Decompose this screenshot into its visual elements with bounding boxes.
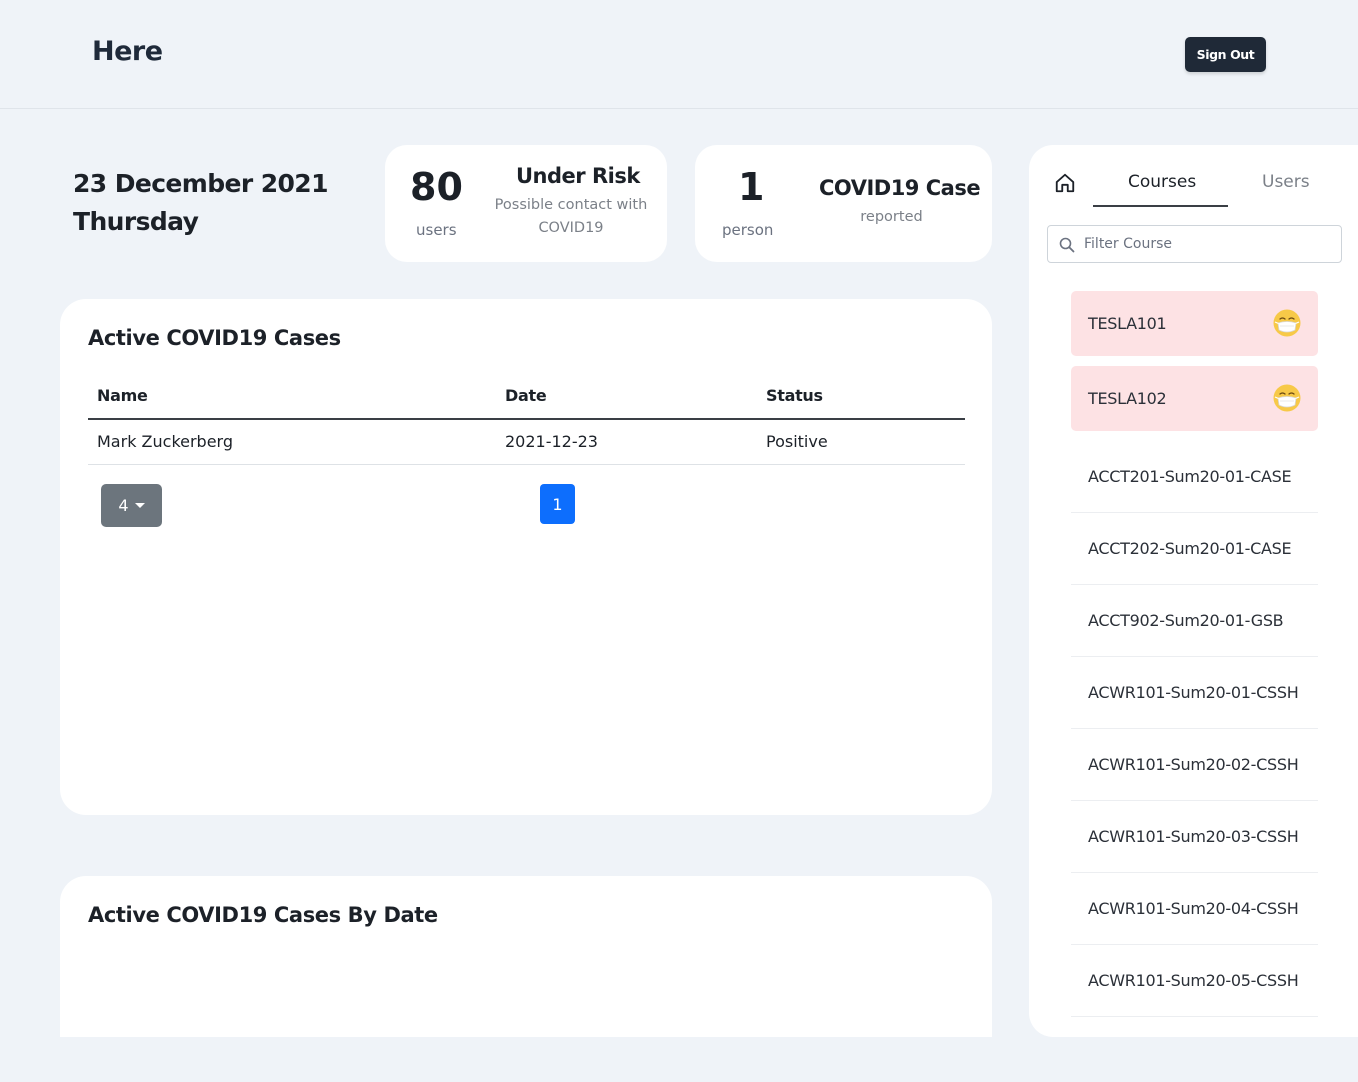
cell-date: 2021-12-23 [505,432,598,451]
under-risk-subtitle-line2: COVID19 [538,220,604,236]
list-item-course[interactable]: ACCT201-Sum20-01-CASE [1071,441,1318,513]
course-name: TESLA101 [1088,314,1167,333]
date-line: 23 December 2021 [73,169,328,198]
cell-status: Positive [766,432,828,451]
brand-logo[interactable]: Here [92,36,163,67]
face-with-medical-mask-icon [1273,384,1301,412]
active-cases-title: Active COVID19 Cases [88,326,341,350]
under-risk-subtitle: Possible contact with COVID19 [489,194,653,240]
filter-course-input[interactable] [1084,232,1324,256]
column-header-status[interactable]: Status [766,386,823,405]
list-item-course[interactable]: ACWR101-Sum20-02-CSSH [1071,729,1318,801]
page-size-dropdown[interactable]: 4 [101,484,162,527]
weekday: Thursday [73,207,199,236]
under-risk-stat-card: 80 users Under Risk Possible contact wit… [385,145,667,262]
cases-by-date-card: Active COVID19 Cases By Date [60,876,992,1037]
table-header: Name Date Status [88,372,965,420]
under-risk-unit: users [416,221,457,239]
covid-case-stat-card: 1 person COVID19 Case reported [695,145,992,262]
sign-out-button[interactable]: Sign Out [1185,37,1266,72]
course-name: ACWR101-Sum20-03-CSSH [1088,827,1299,846]
home-icon[interactable] [1054,172,1076,194]
cell-name: Mark Zuckerberg [97,432,234,451]
under-risk-subtitle-line1: Possible contact with [494,197,648,213]
covid-case-subtitle: reported [860,209,923,225]
list-item-course[interactable]: ACWR101-Sum20-05-CSSH [1071,945,1318,1017]
course-name: ACCT902-Sum20-01-GSB [1088,611,1284,630]
list-item-course[interactable]: ACWR101-Sum20-03-CSSH [1071,801,1318,873]
course-name: ACWR101-Sum20-01-CSSH [1088,683,1299,702]
caret-down-icon [134,503,145,508]
tab-users[interactable]: Users [1262,172,1310,192]
top-bar: Here Sign Out [0,0,1358,109]
list-item-course[interactable]: ACCT202-Sum20-01-CASE [1071,513,1318,585]
course-name: ACCT202-Sum20-01-CASE [1088,539,1292,558]
course-name: ACWR101-Sum20-02-CSSH [1088,755,1299,774]
course-name: TESLA102 [1088,389,1167,408]
column-header-date[interactable]: Date [505,386,547,405]
table-row[interactable]: Mark Zuckerberg 2021-12-23 Positive [88,421,965,465]
courses-panel: Courses Users TESLA101 TESLA102 ACCT201-Su… [1029,145,1358,1037]
page-size-value: 4 [118,496,129,515]
column-header-name[interactable]: Name [97,386,148,405]
list-item-course[interactable]: TESLA101 [1071,291,1318,356]
list-item-course[interactable]: ACCT902-Sum20-01-GSB [1071,585,1318,657]
course-list: TESLA101 TESLA102 ACCT201-Sum20-01-CASE ACC… [1071,291,1318,1017]
covid-case-title: COVID19 Case [819,176,981,200]
search-icon [1059,237,1075,253]
active-cases-card: Active COVID19 Cases Name Date Status Ma… [60,299,992,815]
under-risk-title: Under Risk [516,164,640,188]
course-name: ACWR101-Sum20-05-CSSH [1088,971,1299,990]
course-name: ACWR101-Sum20-04-CSSH [1088,899,1299,918]
list-item-course[interactable]: ACWR101-Sum20-04-CSSH [1071,873,1318,945]
list-item-course[interactable]: ACWR101-Sum20-01-CSSH [1071,657,1318,729]
course-filter [1047,225,1342,263]
active-tab-indicator [1093,205,1228,207]
covid-case-count: 1 [738,165,765,209]
pagination-page-button[interactable]: 1 [540,484,575,524]
cases-by-date-title: Active COVID19 Cases By Date [88,903,438,927]
course-name: ACCT201-Sum20-01-CASE [1088,467,1292,486]
list-item-course[interactable]: TESLA102 [1071,366,1318,431]
current-date: 23 December 2021 Thursday [73,165,328,241]
tab-courses[interactable]: Courses [1128,172,1196,192]
covid-case-unit: person [722,221,774,239]
under-risk-count: 80 [410,165,463,209]
face-with-medical-mask-icon [1273,309,1301,337]
